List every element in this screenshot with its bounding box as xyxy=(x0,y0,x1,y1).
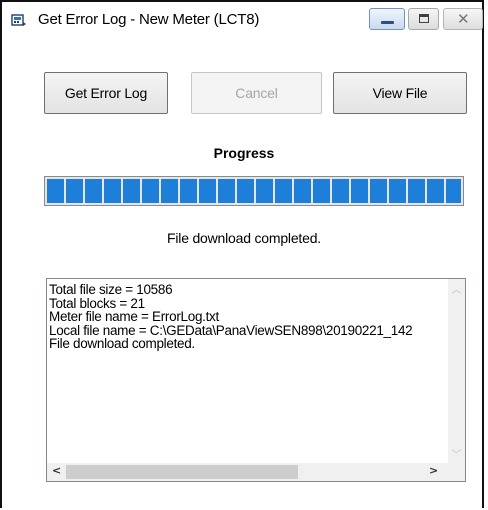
log-lines: Total file size = 10586 Total blocks = 2… xyxy=(49,283,447,351)
scroll-left-icon[interactable]: < xyxy=(52,464,61,477)
minimize-icon xyxy=(381,21,394,24)
title-bar[interactable]: Get Error Log - New Meter (LCT8) ✕ xyxy=(2,2,483,40)
get-error-log-button[interactable]: Get Error Log xyxy=(44,72,168,114)
scroll-right-icon[interactable]: > xyxy=(429,464,438,477)
close-icon: ✕ xyxy=(457,10,470,28)
progress-bar-fill xyxy=(47,179,461,203)
horizontal-scroll-thumb[interactable] xyxy=(66,465,298,479)
log-line: Meter file name = ErrorLog.txt xyxy=(49,309,219,324)
scroll-corner xyxy=(448,463,465,481)
vertical-scrollbar[interactable]: ︿ ﹀ xyxy=(448,279,465,463)
log-textbox[interactable]: Total file size = 10586 Total blocks = 2… xyxy=(46,278,466,482)
log-line: Total file size = 10586 xyxy=(49,283,173,297)
log-line: Total blocks = 21 xyxy=(49,295,145,311)
scroll-up-icon[interactable]: ︿ xyxy=(448,281,465,296)
cancel-button: Cancel xyxy=(191,72,322,114)
window-title: Get Error Log - New Meter (LCT8) xyxy=(38,11,260,28)
status-text: File download completed. xyxy=(167,230,321,246)
maximize-button[interactable] xyxy=(408,8,439,30)
minimize-button[interactable] xyxy=(369,8,405,30)
scroll-down-icon[interactable]: ﹀ xyxy=(448,446,465,461)
view-file-button[interactable]: View File xyxy=(333,72,467,114)
log-line: File download completed. xyxy=(49,336,195,351)
maximize-icon xyxy=(419,14,429,23)
horizontal-scrollbar[interactable]: < > xyxy=(47,463,448,481)
get-error-log-window: Get Error Log - New Meter (LCT8) ✕ Get E… xyxy=(0,0,484,508)
progress-label: Progress xyxy=(213,145,275,161)
log-line: Local file name = C:\GEData\PanaViewSEN8… xyxy=(49,322,413,338)
meter-app-icon xyxy=(11,14,26,26)
progress-bar xyxy=(44,176,464,206)
close-button[interactable]: ✕ xyxy=(443,8,483,30)
